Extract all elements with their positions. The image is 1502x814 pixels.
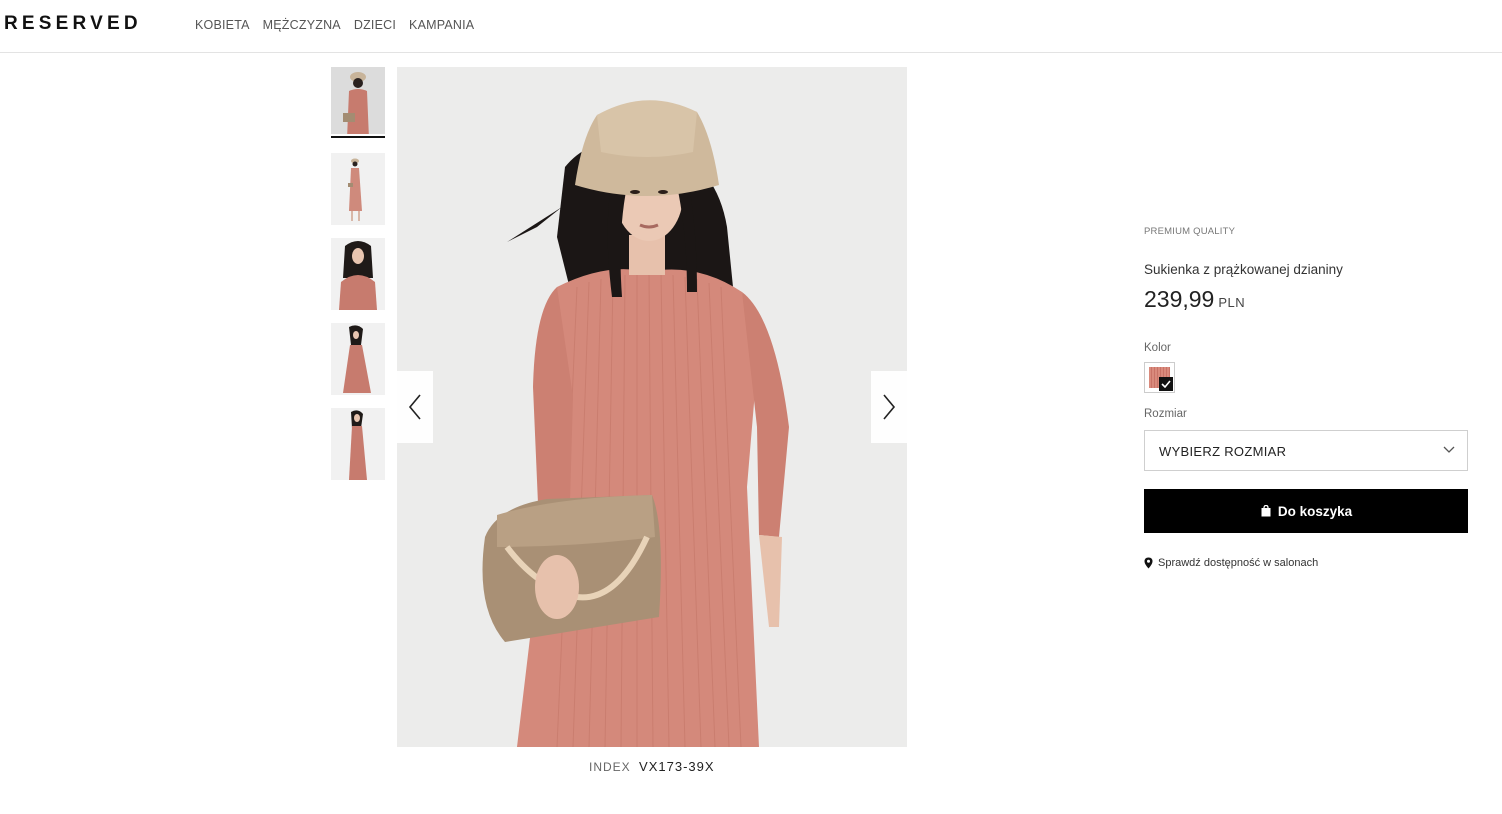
- nav-item-kobieta[interactable]: KOBIETA: [195, 18, 250, 32]
- main-nav: KOBIETA MĘŻCZYZNA DZIECI KAMPANIA: [195, 18, 474, 32]
- chevron-down-icon: [1443, 446, 1455, 453]
- thumbnail-image-2: [331, 153, 385, 225]
- shopping-bag-icon: [1261, 505, 1271, 517]
- size-select-value: WYBIERZ ROZMIAR: [1159, 444, 1287, 459]
- active-thumbnail-indicator: [331, 136, 385, 138]
- quality-tag: PREMIUM QUALITY: [1144, 226, 1236, 237]
- product-index: INDEX VX173-39X: [589, 759, 715, 774]
- index-value: VX173-39X: [639, 759, 715, 774]
- thumbnail-1[interactable]: [331, 67, 385, 134]
- index-label: INDEX: [589, 760, 631, 774]
- product-details-panel: PREMIUM QUALITY Sukienka z prążkowanej d…: [1144, 226, 1468, 569]
- next-image-button[interactable]: [871, 371, 907, 443]
- nav-item-mezczyzna[interactable]: MĘŻCZYZNA: [263, 18, 341, 32]
- location-pin-icon: [1144, 557, 1153, 569]
- previous-image-button[interactable]: [397, 371, 433, 443]
- store-availability-link[interactable]: Sprawdź dostępność w salonach: [1144, 557, 1318, 569]
- thumbnail-image-5: [331, 408, 385, 480]
- color-swatch-selected[interactable]: [1144, 362, 1175, 393]
- product-name: Sukienka z prążkowanej dzianiny: [1144, 262, 1343, 277]
- site-header: RESERVED KOBIETA MĘŻCZYZNA DZIECI KAMPAN…: [0, 0, 1502, 53]
- thumbnail-image-3: [331, 238, 385, 310]
- thumbnail-image-1: [331, 67, 385, 134]
- chevron-left-icon: [408, 394, 421, 420]
- price-currency: PLN: [1218, 295, 1246, 310]
- add-to-cart-label: Do koszyka: [1277, 503, 1353, 519]
- color-label: Kolor: [1144, 342, 1171, 354]
- chevron-right-icon: [883, 394, 896, 420]
- main-product-image: [397, 67, 907, 747]
- size-label: Rozmiar: [1144, 408, 1187, 420]
- product-price: 239,99 PLN: [1144, 286, 1245, 313]
- thumbnail-4[interactable]: [331, 323, 385, 395]
- brand-logo[interactable]: RESERVED: [4, 13, 142, 35]
- checkmark-icon: [1159, 377, 1173, 391]
- nav-item-dzieci[interactable]: DZIECI: [354, 18, 396, 32]
- thumbnail-3[interactable]: [331, 238, 385, 310]
- store-availability-label: Sprawdź dostępność w salonach: [1158, 557, 1319, 569]
- thumbnail-5[interactable]: [331, 408, 385, 480]
- thumbnail-2[interactable]: [331, 153, 385, 225]
- product-photo: [397, 67, 907, 747]
- add-to-cart-button[interactable]: Do koszyka: [1144, 489, 1468, 533]
- size-select[interactable]: WYBIERZ ROZMIAR: [1144, 430, 1468, 471]
- thumbnail-image-4: [331, 323, 385, 395]
- price-amount: 239,99: [1144, 286, 1215, 312]
- nav-item-kampania[interactable]: KAMPANIA: [409, 18, 474, 32]
